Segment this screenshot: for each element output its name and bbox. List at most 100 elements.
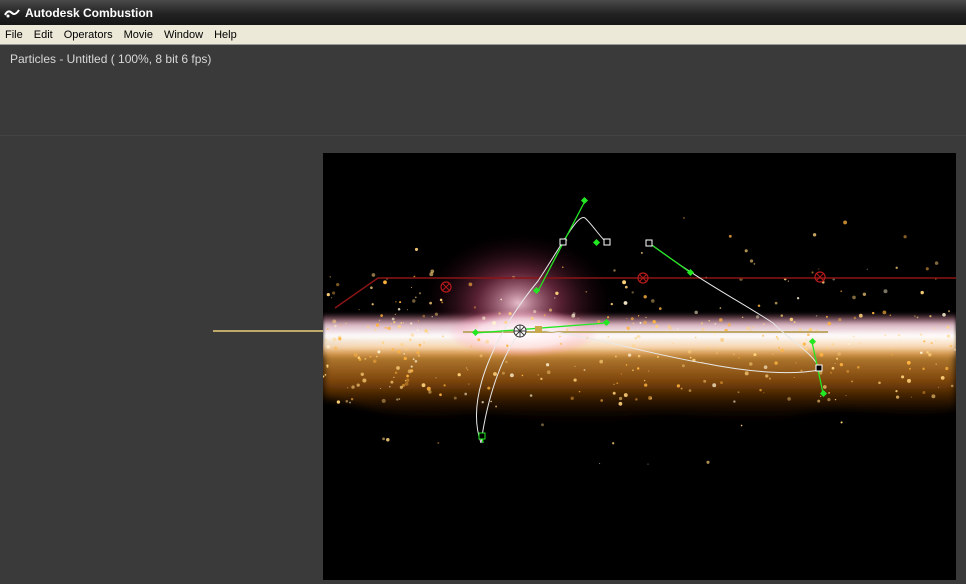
keyframe-marker-icon[interactable] xyxy=(815,364,823,372)
sparkle xyxy=(382,437,385,441)
sparkle xyxy=(672,342,674,344)
target-marker-icon[interactable] xyxy=(814,271,826,283)
menu-window[interactable]: Window xyxy=(164,29,203,41)
sparkle xyxy=(625,364,628,366)
position-marker-icon[interactable] xyxy=(535,326,542,333)
sparkle xyxy=(606,316,610,319)
sparkle xyxy=(495,405,498,408)
sparkle xyxy=(744,371,749,376)
keyframe-marker-icon[interactable] xyxy=(559,238,567,246)
sparkle xyxy=(650,327,652,329)
sparkle xyxy=(555,291,559,295)
sparkle xyxy=(906,360,911,365)
sparkle xyxy=(329,276,331,278)
sparkle xyxy=(882,310,887,315)
sparkle xyxy=(946,334,951,338)
sparkle xyxy=(895,266,898,269)
sparkle xyxy=(934,261,939,265)
keyframe-marker-icon[interactable] xyxy=(603,238,611,246)
sparkle xyxy=(852,335,855,338)
sparkle xyxy=(345,400,349,403)
sparkle xyxy=(744,249,748,253)
sparkle xyxy=(637,367,640,370)
sparkle xyxy=(626,317,628,320)
sparkle xyxy=(762,323,765,325)
sparkle xyxy=(831,366,835,370)
sparkle xyxy=(554,297,556,299)
menu-help[interactable]: Help xyxy=(214,29,237,41)
sparkle xyxy=(356,383,360,387)
sparkle xyxy=(619,346,621,348)
sparkle xyxy=(859,342,861,344)
sparkle xyxy=(623,301,628,305)
sparkle xyxy=(878,381,881,385)
sparkle xyxy=(866,268,868,270)
sparkle xyxy=(475,325,478,328)
sparkle xyxy=(412,299,416,303)
sparkle xyxy=(637,335,641,339)
keyframe-marker-icon[interactable] xyxy=(645,239,653,247)
sparkle xyxy=(419,347,421,349)
menu-edit[interactable]: Edit xyxy=(34,29,53,41)
sparkle xyxy=(668,326,673,331)
sparkle xyxy=(945,366,949,371)
sparkle xyxy=(426,386,431,391)
sparkle xyxy=(395,301,397,303)
sparkle xyxy=(858,313,863,318)
sparkle xyxy=(740,424,743,427)
sparkle xyxy=(757,304,761,308)
sparkle xyxy=(437,442,440,444)
sparkle xyxy=(889,314,892,316)
sparkle xyxy=(643,379,646,382)
sparkle xyxy=(504,320,508,324)
menu-movie[interactable]: Movie xyxy=(124,29,153,41)
sparkle xyxy=(410,286,412,288)
sparkle xyxy=(573,378,577,382)
keyframe-marker-icon[interactable] xyxy=(478,432,486,440)
sparkle xyxy=(907,378,911,383)
sparkle xyxy=(417,354,421,357)
viewer-canvas[interactable] xyxy=(323,153,956,580)
sparkle xyxy=(336,282,340,287)
sparkle xyxy=(347,387,349,389)
sparkle xyxy=(607,335,610,338)
sparkle xyxy=(659,307,662,310)
sparkle xyxy=(645,316,647,319)
sparkle xyxy=(650,397,653,400)
sparkle xyxy=(558,335,561,338)
sparkle xyxy=(926,351,929,354)
tangent-handle-icon[interactable] xyxy=(592,238,601,247)
sparkle xyxy=(370,286,373,290)
sparkle xyxy=(373,359,377,364)
tangent-handle-icon[interactable] xyxy=(580,196,589,205)
sparkle xyxy=(720,381,723,385)
sparkle xyxy=(828,392,830,394)
tangent-handle-icon[interactable] xyxy=(648,242,692,274)
sparkle xyxy=(916,316,919,319)
sparkle xyxy=(862,292,867,297)
sparkle xyxy=(903,235,907,239)
sparkle xyxy=(820,395,822,397)
menu-operators[interactable]: Operators xyxy=(64,29,113,41)
sparkle xyxy=(793,321,796,324)
sparkle xyxy=(453,396,457,400)
particle-emitter-icon[interactable] xyxy=(513,324,527,338)
sparkle xyxy=(716,352,718,354)
menu-file[interactable]: File xyxy=(5,29,23,41)
sparkle xyxy=(822,385,827,389)
sparkle xyxy=(805,347,808,351)
sparkle xyxy=(565,328,569,332)
sparkle xyxy=(416,329,419,332)
sparkle xyxy=(712,383,717,388)
window-title: Autodesk Combustion xyxy=(25,5,153,20)
sparkle xyxy=(768,377,771,380)
sparkle xyxy=(920,290,924,295)
sparkle xyxy=(922,391,926,394)
sparkle xyxy=(631,291,634,294)
sparkle xyxy=(688,389,692,392)
sparkle xyxy=(399,301,402,304)
sparkle xyxy=(613,383,615,385)
sparkle xyxy=(530,316,534,321)
sparkle xyxy=(703,379,707,383)
sparkle xyxy=(727,323,731,327)
